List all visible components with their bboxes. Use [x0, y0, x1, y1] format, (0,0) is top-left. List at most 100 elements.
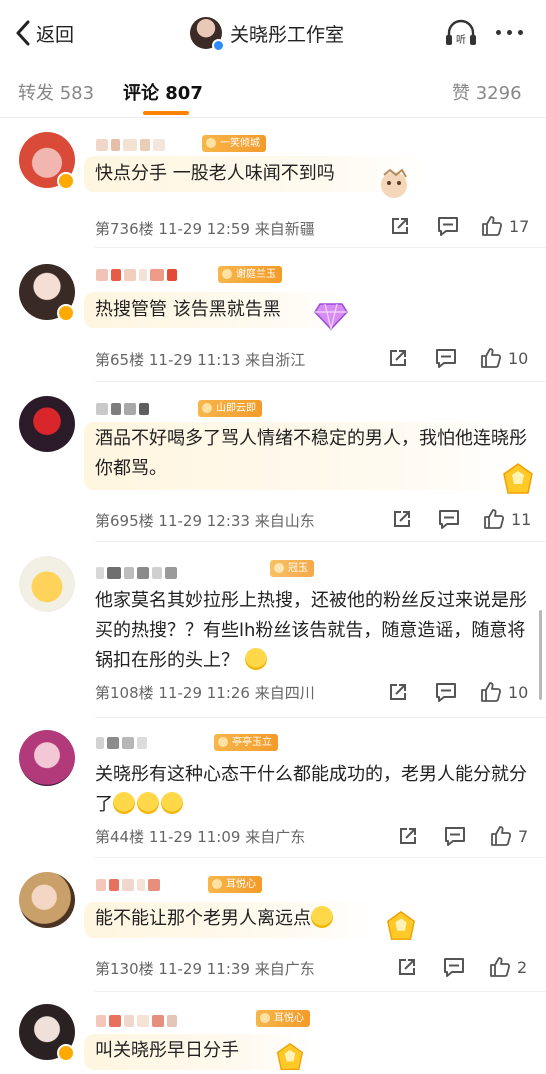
- like-button[interactable]: 2: [489, 956, 527, 978]
- listen-icon: 听: [446, 19, 476, 46]
- like-icon: [481, 682, 502, 702]
- comment-item: 耳悦心 叫关晓彤早日分手: [0, 992, 546, 1074]
- username-blurred[interactable]: [96, 736, 147, 750]
- comment-icon: [445, 827, 465, 846]
- more-icon[interactable]: [496, 30, 523, 35]
- share-button[interactable]: [398, 826, 418, 846]
- like-icon: [491, 826, 512, 846]
- svg-text:听: 听: [456, 34, 466, 46]
- fan-badge: 耳悦心: [208, 876, 262, 893]
- username-blurred[interactable]: [96, 138, 165, 152]
- comment-meta: 第736楼 11-29 12:59 来自新疆: [95, 220, 315, 238]
- avatar[interactable]: [19, 872, 75, 928]
- comment-item: 一笑倾城 快点分手 一股老人味闻不到吗 第736楼 11-29 12:59 来自…: [0, 118, 546, 248]
- like-icon: [490, 957, 511, 977]
- like-count: 10: [508, 682, 529, 702]
- account-avatar[interactable]: [190, 17, 225, 52]
- comment-item: 耳悦心 能不能让那个老男人离远点 第130楼 11-29 11:39 来自广东 …: [0, 858, 546, 992]
- comment-icon: [438, 217, 458, 236]
- like-count: 7: [518, 826, 529, 846]
- sticker-icon: [314, 303, 348, 331]
- comment-item: 冠玉 他家莫名其妙拉彤上热搜，还被他的粉丝反过来说是彤买的热搜？？有些lh粉丝该…: [0, 542, 546, 718]
- emoji-icon: [113, 792, 135, 814]
- share-icon: [400, 828, 416, 844]
- username-blurred[interactable]: [96, 566, 177, 580]
- verified-icon: [57, 304, 75, 322]
- chevron-left-icon: [16, 20, 30, 46]
- reply-button[interactable]: [435, 348, 457, 368]
- comment-icon: [436, 349, 456, 368]
- tab-comments[interactable]: 评论 807: [123, 79, 203, 105]
- tab-likes[interactable]: 赞 3296: [452, 79, 522, 105]
- like-count: 11: [511, 509, 532, 529]
- emoji-icon: [244, 648, 267, 670]
- comment-meta: 第695楼 11-29 12:33 来自山东: [95, 512, 315, 530]
- comment-meta: 第65楼 11-29 11:13 来自浙江: [95, 351, 306, 369]
- comment-meta: 第44楼 11-29 11:09 来自广东: [95, 828, 306, 846]
- like-button[interactable]: 17: [481, 215, 529, 237]
- emoji-icon: [137, 792, 159, 814]
- reply-button[interactable]: [437, 216, 459, 236]
- avatar[interactable]: [19, 556, 75, 612]
- comment-item: 亭亭玉立 关晓彤有这种心态干什么都能成功的，老男人能分就分了 第44楼 11-2…: [0, 718, 546, 858]
- like-icon: [484, 509, 505, 529]
- username-blurred[interactable]: [96, 1014, 177, 1028]
- scrollbar[interactable]: [539, 610, 542, 700]
- sticker-icon: [276, 1042, 304, 1071]
- share-icon: [392, 218, 408, 234]
- share-icon: [394, 511, 410, 527]
- comment-text: 他家莫名其妙拉彤上热搜，还被他的粉丝反过来说是彤买的热搜？？有些lh粉丝该告就告…: [95, 590, 527, 671]
- comment-text: 能不能让那个老男人离远点: [95, 904, 528, 934]
- share-icon: [399, 959, 415, 975]
- verified-icon: [57, 1044, 75, 1062]
- sticker-icon: [381, 168, 407, 198]
- comment-meta: 第130楼 11-29 11:39 来自广东: [95, 960, 315, 978]
- avatar[interactable]: [19, 396, 75, 452]
- share-button[interactable]: [392, 509, 412, 529]
- like-button[interactable]: 10: [480, 681, 528, 703]
- reply-button[interactable]: [435, 682, 457, 702]
- share-button[interactable]: [390, 216, 410, 236]
- fan-badge: 冠玉: [270, 560, 314, 577]
- comment-meta: 第108楼 11-29 11:26 来自四川: [95, 684, 315, 702]
- comment-text: 热搜管管 该告黑就告黑: [95, 299, 281, 320]
- comment-icon: [439, 510, 459, 529]
- reply-button[interactable]: [443, 957, 465, 977]
- verified-icon: [212, 39, 225, 52]
- like-button[interactable]: 7: [490, 825, 528, 847]
- back-button[interactable]: 返回: [14, 18, 74, 48]
- page-title: 关晓彤工作室: [230, 23, 345, 46]
- fan-badge: 山即云即: [198, 400, 262, 417]
- share-button[interactable]: [388, 682, 408, 702]
- fan-badge: 耳悦心: [256, 1010, 310, 1027]
- tab-bar: 转发 583 评论 807 赞 3296: [0, 64, 546, 118]
- share-button[interactable]: [388, 348, 408, 368]
- comment-text: 关晓彤有这种心态干什么都能成功的，老男人能分就分了: [95, 764, 527, 815]
- reply-button[interactable]: [444, 826, 466, 846]
- emoji-icon: [161, 792, 183, 814]
- share-icon: [390, 684, 406, 700]
- sticker-icon: [387, 911, 415, 940]
- account-title[interactable]: 关晓彤工作室: [190, 16, 345, 52]
- verified-icon: [57, 172, 75, 190]
- like-button[interactable]: 10: [480, 347, 528, 369]
- tab-forward[interactable]: 转发 583: [18, 79, 94, 105]
- like-icon: [482, 216, 503, 236]
- share-button[interactable]: [397, 957, 417, 977]
- fan-badge: 亭亭玉立: [214, 734, 278, 751]
- comment-item: 山即云即 酒品不好喝多了骂人情绪不稳定的男人，我怕他连晓彤你都骂。 第695楼 …: [0, 382, 546, 542]
- reply-button[interactable]: [438, 509, 460, 529]
- username-blurred[interactable]: [96, 402, 149, 416]
- like-count: 17: [509, 216, 530, 236]
- username-blurred[interactable]: [96, 268, 177, 282]
- like-button[interactable]: 11: [483, 508, 531, 530]
- emoji-icon: [311, 906, 333, 928]
- top-nav-bar: 返回 关晓彤工作室 听: [0, 0, 546, 64]
- username-blurred[interactable]: [96, 878, 160, 892]
- avatar[interactable]: [19, 730, 75, 786]
- comment-text: 叫关晓彤早日分手: [95, 1040, 239, 1061]
- like-count: 10: [508, 348, 529, 368]
- active-tab-indicator: [143, 111, 189, 115]
- comment-text: 酒品不好喝多了骂人情绪不稳定的男人，我怕他连晓彤你都骂。: [95, 428, 527, 479]
- listen-button[interactable]: 听: [444, 18, 478, 48]
